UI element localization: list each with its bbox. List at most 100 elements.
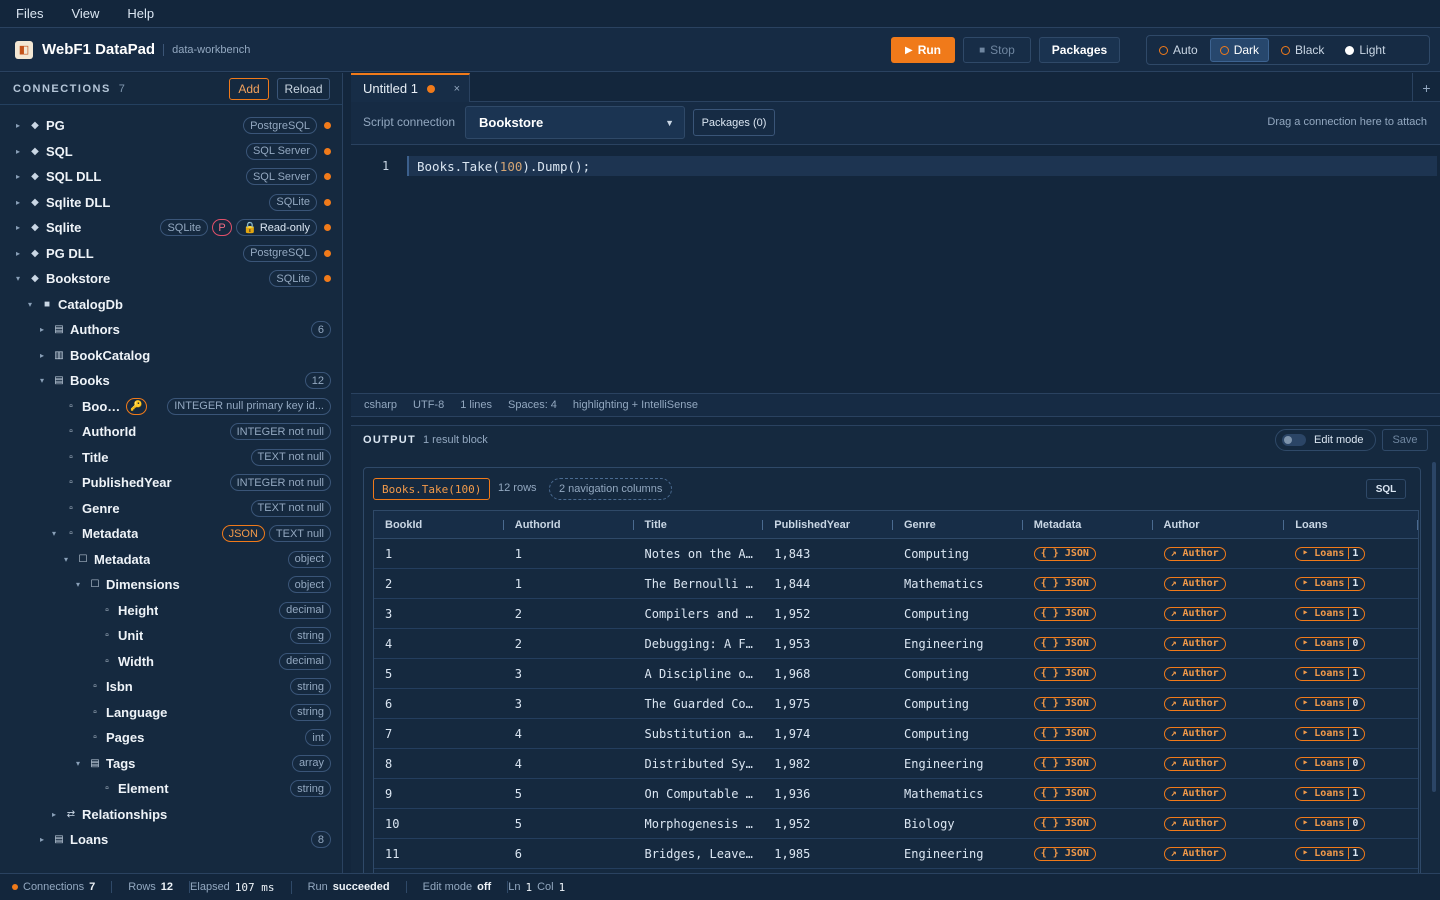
- author-link-chip[interactable]: ↗ Author: [1163, 666, 1226, 681]
- reload-button[interactable]: Reload: [277, 78, 330, 100]
- tree-item[interactable]: ▫ Height decimal: [0, 598, 343, 624]
- json-chip[interactable]: { } JSON: [1033, 546, 1096, 561]
- packages-button[interactable]: Packages: [1039, 37, 1120, 63]
- column-header-author[interactable]: Author: [1153, 511, 1285, 539]
- loans-link-chip[interactable]: ‣ Loans 0: [1295, 756, 1366, 771]
- stop-button[interactable]: ■ Stop: [963, 37, 1031, 63]
- column-header-publishedyear[interactable]: PublishedYear: [763, 511, 893, 539]
- indentation[interactable]: Spaces: 4: [508, 399, 557, 411]
- loans-link-chip[interactable]: ‣ Loans 1: [1295, 606, 1366, 621]
- encoding[interactable]: UTF-8: [413, 399, 444, 411]
- connection-select[interactable]: Bookstore ▼: [465, 106, 685, 139]
- tree-item[interactable]: ▸ ◆ SQL SQL Server: [0, 139, 343, 165]
- tree-item[interactable]: ▾ ■ CatalogDb: [0, 292, 343, 318]
- caret-right-icon[interactable]: ▸: [52, 810, 60, 819]
- tree-item[interactable]: ▫ Boo… 🔑 INTEGER null primary key id...: [0, 394, 343, 420]
- table-row[interactable]: 9 5 On Computable … 1,936 Mathematics { } JSO…: [374, 779, 1418, 809]
- json-chip[interactable]: { } JSON: [1033, 846, 1096, 861]
- author-link-chip[interactable]: ↗ Author: [1163, 606, 1226, 621]
- json-chip[interactable]: { } JSON: [1033, 606, 1096, 621]
- tree-item[interactable]: ▫ Width decimal: [0, 649, 343, 675]
- toggle-switch[interactable]: [1282, 434, 1306, 446]
- column-header-loans[interactable]: Loans: [1284, 511, 1418, 539]
- author-link-chip[interactable]: ↗ Author: [1163, 726, 1226, 741]
- caret-right-icon[interactable]: ▸: [16, 172, 24, 181]
- tree-item[interactable]: ▫ Isbn string: [0, 674, 343, 700]
- json-chip[interactable]: { } JSON: [1033, 756, 1096, 771]
- caret-right-icon[interactable]: ▸: [16, 121, 24, 130]
- theme-light[interactable]: Light: [1336, 38, 1394, 62]
- tree-item[interactable]: ▾ ▤ Tags array: [0, 751, 343, 777]
- json-chip[interactable]: { } JSON: [1033, 696, 1096, 711]
- caret-down-icon[interactable]: ▾: [76, 759, 84, 768]
- loans-link-chip[interactable]: ‣ Loans 1: [1295, 846, 1366, 861]
- author-link-chip[interactable]: ↗ Author: [1163, 696, 1226, 711]
- theme-dark[interactable]: Dark: [1209, 38, 1270, 62]
- caret-right-icon[interactable]: ▸: [40, 835, 48, 844]
- loans-link-chip[interactable]: ‣ Loans 1: [1295, 546, 1366, 561]
- tree-item[interactable]: ▸ ◆ PG DLL PostgreSQL: [0, 241, 343, 267]
- table-row[interactable]: 7 4 Substitution a… 1,974 Computing { } JSON ↗…: [374, 719, 1418, 749]
- caret-right-icon[interactable]: ▸: [40, 351, 48, 360]
- column-header-title[interactable]: Title: [634, 511, 764, 539]
- table-row[interactable]: 8 4 Distributed Sy… 1,982 Engineering { } JSO…: [374, 749, 1418, 779]
- column-header-metadata[interactable]: Metadata: [1023, 511, 1153, 539]
- caret-right-icon[interactable]: ▸: [40, 325, 48, 334]
- caret-right-icon[interactable]: ▸: [16, 147, 24, 156]
- loans-link-chip[interactable]: ‣ Loans 1: [1295, 576, 1366, 591]
- tree-item[interactable]: ▾ ▫ Metadata JSON TEXT null: [0, 521, 343, 547]
- table-row[interactable]: 2 1 The Bernoulli … 1,844 Mathematics { } JSO…: [374, 569, 1418, 599]
- tree-item[interactable]: ▾ ☐ Dimensions object: [0, 572, 343, 598]
- author-link-chip[interactable]: ↗ Author: [1163, 756, 1226, 771]
- json-chip[interactable]: { } JSON: [1033, 816, 1096, 831]
- edit-mode-toggle[interactable]: Edit mode: [1275, 429, 1376, 451]
- script-packages-button[interactable]: Packages (0): [693, 109, 775, 136]
- loans-link-chip[interactable]: ‣ Loans 0: [1295, 696, 1366, 711]
- tree-item[interactable]: ▸ ◆ PG PostgreSQL: [0, 113, 343, 139]
- code-line[interactable]: Books.Take(100).Dump();: [407, 156, 1437, 176]
- json-chip[interactable]: { } JSON: [1033, 666, 1096, 681]
- tree-item[interactable]: ▫ AuthorId INTEGER not null: [0, 419, 343, 445]
- tree-item[interactable]: ▸ ▥ BookCatalog: [0, 343, 343, 369]
- output-scrollbar[interactable]: [1432, 462, 1436, 792]
- caret-down-icon[interactable]: ▾: [64, 555, 72, 564]
- caret-down-icon[interactable]: ▾: [76, 580, 84, 589]
- json-chip[interactable]: { } JSON: [1033, 786, 1096, 801]
- tree-item[interactable]: ▫ Title TEXT not null: [0, 445, 343, 471]
- sql-button[interactable]: SQL: [1366, 479, 1406, 499]
- tree-item[interactable]: ▾ ◆ Bookstore SQLite: [0, 266, 343, 292]
- column-header-bookid[interactable]: BookId: [374, 511, 504, 539]
- tree-item[interactable]: ▫ Unit string: [0, 623, 343, 649]
- add-connection-button[interactable]: Add: [229, 78, 269, 100]
- caret-down-icon[interactable]: ▾: [40, 376, 48, 385]
- table-row[interactable]: 11 6 Bridges, Leave… 1,985 Engineering { } JS…: [374, 839, 1418, 869]
- theme-black[interactable]: Black: [1272, 38, 1333, 62]
- json-chip[interactable]: { } JSON: [1033, 576, 1096, 591]
- tree-item[interactable]: ▫ Pages int: [0, 725, 343, 751]
- tree-item[interactable]: ▸ ⇄ Relationships: [0, 802, 343, 828]
- table-row[interactable]: 4 2 Debugging: A F… 1,953 Engineering { } JSO…: [374, 629, 1418, 659]
- menu-help[interactable]: Help: [127, 6, 154, 21]
- menu-files[interactable]: Files: [16, 6, 43, 21]
- loans-link-chip[interactable]: ‣ Loans 1: [1295, 666, 1366, 681]
- author-link-chip[interactable]: ↗ Author: [1163, 546, 1226, 561]
- close-tab-icon[interactable]: ×: [454, 83, 460, 95]
- tree-item[interactable]: ▾ ☐ Metadata object: [0, 547, 343, 573]
- tree-item[interactable]: ▸ ▤ Authors 6: [0, 317, 343, 343]
- caret-down-icon[interactable]: ▾: [52, 529, 60, 538]
- caret-down-icon[interactable]: ▾: [16, 274, 24, 283]
- tree-item[interactable]: ▾ ▤ Books 12: [0, 368, 343, 394]
- save-button[interactable]: Save: [1382, 429, 1428, 451]
- tree-item[interactable]: ▸ ◆ Sqlite DLL SQLite: [0, 190, 343, 216]
- author-link-chip[interactable]: ↗ Author: [1163, 576, 1226, 591]
- tree-item[interactable]: ▫ PublishedYear INTEGER not null: [0, 470, 343, 496]
- caret-right-icon[interactable]: ▸: [16, 249, 24, 258]
- caret-down-icon[interactable]: ▾: [28, 300, 36, 309]
- table-row[interactable]: 1 1 Notes on the A… 1,843 Computing { } JSON ↗…: [374, 539, 1418, 569]
- caret-right-icon[interactable]: ▸: [16, 223, 24, 232]
- tree-item[interactable]: ▫ Genre TEXT not null: [0, 496, 343, 522]
- language-mode[interactable]: csharp: [364, 399, 397, 411]
- menu-view[interactable]: View: [71, 6, 99, 21]
- tree-item[interactable]: ▸ ◆ SQL DLL SQL Server: [0, 164, 343, 190]
- theme-auto[interactable]: Auto: [1150, 38, 1207, 62]
